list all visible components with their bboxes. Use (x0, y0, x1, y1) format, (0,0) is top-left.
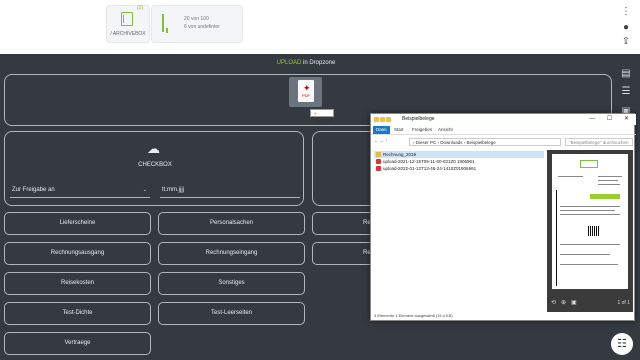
usage-stat: 6 von undefinter (184, 24, 220, 30)
checkbox-panel[interactable]: ☁ CHECKBOX Zur Freigabe an ⌄ tt.mm.jjjj (4, 131, 304, 206)
category-button[interactable]: Sonstiges (158, 272, 305, 295)
tab-start[interactable]: Start (391, 126, 407, 134)
pdf-icon (376, 159, 381, 164)
cloud-upload-icon: ☁ (147, 141, 160, 156)
qr-code (588, 226, 600, 236)
quick-access-toolbar[interactable] (374, 116, 398, 123)
folder-icon (121, 12, 133, 26)
logo (580, 160, 598, 168)
category-button[interactable]: Vertraege (4, 332, 151, 355)
tab-freigeben[interactable]: Freigeben (409, 126, 435, 134)
save-icon[interactable]: ▣ (571, 299, 577, 306)
explorer-titlebar[interactable]: Beispielbelege — ☐ ✕ (371, 114, 636, 125)
preview-pane: ⟲ ⊕ ▣ 1 of 1 (547, 150, 633, 312)
status-bar: 3 Elemente 1 Element ausgewählt (15,4 KB… (374, 313, 453, 318)
page-indicator: 1 of 1 (617, 300, 630, 306)
explorer-title: Beispielbelege (402, 116, 435, 122)
address-bar[interactable]: › Dieser PC › Downloads › Beispielbelege (409, 138, 561, 146)
preview-controls: ⟲ ⊕ ▣ 1 of 1 (547, 296, 633, 310)
nav-arrows[interactable]: ← → ↑ (374, 138, 388, 143)
window-controls[interactable]: — ☐ ✕ (589, 114, 634, 125)
freigabe-select[interactable]: Zur Freigabe an ⌄ (10, 184, 150, 198)
ribbon: Datei Start Freigeben Ansicht (371, 125, 636, 135)
tab-ansicht[interactable]: Ansicht (435, 126, 456, 134)
date-field[interactable]: tt.mm.jjjj (160, 184, 300, 198)
highlight-box (590, 194, 620, 199)
dragged-pdf[interactable]: ✦ PDF (289, 77, 322, 107)
folder-icon (376, 152, 381, 157)
category-button[interactable]: Test-Leerseiten (158, 302, 305, 325)
more-vertical-icon[interactable]: ⋮ (618, 6, 634, 18)
upload-icon[interactable]: ⇪ (618, 36, 634, 48)
category-button[interactable]: Re (312, 212, 372, 235)
usage-stats-card: 20 von 100 6 von undefinter (152, 6, 242, 42)
list-icon[interactable]: ☰ (618, 86, 634, 98)
file-explorer-window[interactable]: Beispielbelege — ☐ ✕ Datei Start Freigeb… (370, 113, 636, 321)
list-item[interactable]: upload-2022-01-12T13-46-24-1410Z01906961 (374, 165, 544, 172)
category-button[interactable]: Reisekosten (4, 272, 151, 295)
copy-tooltip: + Kopieren (310, 109, 334, 123)
list-item[interactable]: upload-2021-12-15T09-11-00-021Z0 1906961 (374, 158, 544, 165)
file-list: Rechnung_2019 upload-2021-12-15T09-11-00… (374, 151, 544, 172)
category-button[interactable]: Rechnungseingang (158, 242, 305, 265)
archivebox-card[interactable]: (2) / ARCHIVEBOX (107, 5, 149, 42)
category-button[interactable]: Test-Dichte (4, 302, 151, 325)
usage-bar (166, 28, 168, 33)
document-preview (552, 154, 628, 289)
address-row: ← → ↑ › Dieser PC › Downloads › Beispiel… (371, 136, 636, 148)
document-icon[interactable]: ▤ (618, 68, 634, 80)
rotate-icon[interactable]: ⟲ (551, 299, 556, 306)
archive-count-badge: (2) (137, 5, 144, 11)
list-item[interactable]: Rechnung_2019 (374, 151, 544, 158)
category-button[interactable]: Personalsachen (158, 212, 305, 235)
pdf-icon (376, 166, 381, 171)
chat-icon[interactable]: ☷ (611, 333, 633, 355)
second-drop-panel[interactable] (312, 131, 372, 206)
usage-bar (162, 14, 164, 32)
category-button[interactable]: Rechnungsausgang (4, 242, 151, 265)
top-bar: (2) / ARCHIVEBOX 20 von 100 6 von undefi… (0, 0, 612, 54)
usage-stat: 20 von 100 (184, 16, 209, 22)
upload-title: UPLOAD in Dropzone (276, 60, 336, 66)
notification-icon[interactable]: ● (618, 22, 634, 34)
pdf-icon: ✦ PDF (298, 80, 314, 102)
category-button[interactable]: Lieferscheine (4, 212, 151, 235)
archive-label: / ARCHIVEBOX (110, 31, 146, 37)
zoom-icon[interactable]: ⊕ (561, 299, 566, 306)
checkbox-label: CHECKBOX (138, 162, 172, 168)
chevron-down-icon: ⌄ (142, 187, 147, 193)
category-button[interactable]: Re (312, 242, 372, 265)
tab-datei[interactable]: Datei (373, 126, 390, 134)
search-input[interactable]: "Beispielbelege" durchsuchen (565, 138, 633, 146)
